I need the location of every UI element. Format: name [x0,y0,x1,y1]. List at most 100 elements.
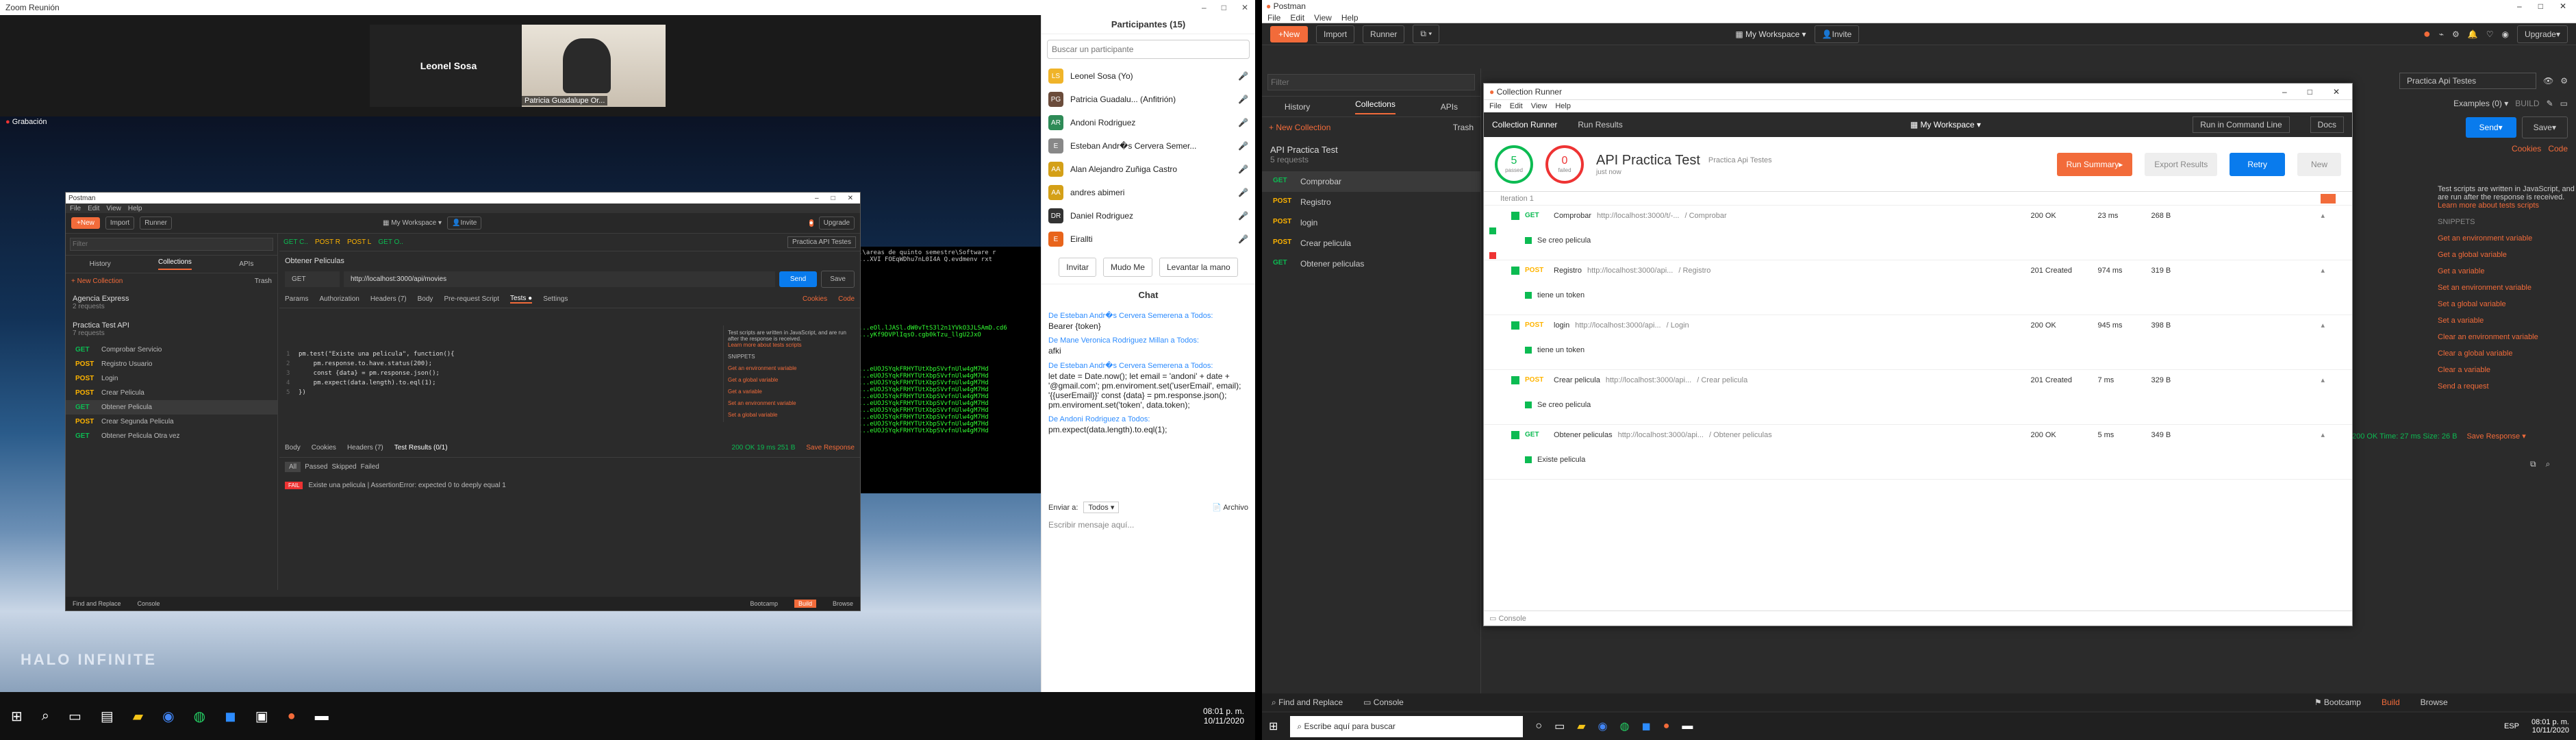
microphone-icon[interactable]: 🎤 [1238,234,1248,244]
snippet-item[interactable]: Get a global variable [2438,251,2575,259]
postman-icon[interactable]: ● [1663,720,1670,732]
participant-row[interactable]: E Esteban Andr�s Cervera Semer... 🎤 [1041,134,1255,158]
invite-button[interactable]: 👤 Invite [1814,25,1860,43]
clock[interactable]: 08:01 p. m. 10/11/2020 [2531,718,2569,735]
filter-passed[interactable]: Passed [305,463,327,471]
chevron-up-icon[interactable]: ▴ [2321,321,2325,330]
taskbar-search[interactable]: ⌕ Escribe aquí para buscar [1290,715,1524,737]
tab-collections[interactable]: Collections [1355,99,1396,114]
maximize-icon[interactable]: □ [2538,1,2543,11]
request-item[interactable]: POST Crear Pelicula [66,386,277,400]
new-button[interactable]: + New [71,217,100,229]
heart-icon[interactable]: ♡ [2486,29,2494,39]
snippet-link[interactable]: Learn more about tests scripts [728,342,856,348]
menu-file[interactable]: File [70,205,81,212]
participant-row[interactable]: PG Patricia Guadalu... (Anfitrión) 🎤 [1041,88,1255,111]
tab-collection-runner[interactable]: Collection Runner [1492,120,1557,130]
new-collection-link[interactable]: + New Collection [1269,123,1330,132]
snippet-item[interactable]: Set an environment variable [2438,284,2575,292]
filter-skipped[interactable]: Skipped [331,463,356,471]
collection-item[interactable]: Practica Test API 7 requests [66,316,277,343]
menu-view[interactable]: View [106,205,121,212]
edit-icon[interactable]: ✎ [2547,99,2553,108]
workspace-dropdown[interactable]: ▦ My Workspace ▾ [383,219,442,227]
workspace-dropdown[interactable]: ▦ My Workspace ▾ [1910,120,1981,130]
docs-button[interactable]: Docs [2310,116,2344,133]
cortana-icon[interactable]: ○ [1535,720,1542,732]
build-button[interactable]: Build [2382,698,2400,707]
copy-icon[interactable]: ⧉ [2530,459,2536,469]
chrome-icon[interactable]: ◉ [162,708,174,725]
menu-help[interactable]: Help [1555,102,1571,110]
layout-icon[interactable]: ▭ [2560,99,2568,108]
menu-file[interactable]: File [1267,13,1280,23]
file-button[interactable]: 📄 Archivo [1212,503,1248,512]
request-item[interactable]: GET Obtener Pelicula [66,400,277,415]
participant-row[interactable]: LS Leonel Sosa (Yo) 🎤 [1041,64,1255,88]
request-tab[interactable]: GET C.. [283,238,308,246]
save-button[interactable]: Save [821,271,855,288]
result-row[interactable]: POST login http://localhost:3000/api... / L… [1484,315,2352,370]
invite-button[interactable]: 👤 Invite [447,217,482,230]
trash-link[interactable]: Trash [1453,123,1474,132]
snippet-item[interactable]: Set an environment variable [728,400,856,406]
filter-input[interactable] [70,238,273,251]
menu-view[interactable]: View [1314,13,1332,23]
resp-tab-headers[interactable]: Headers (7) [347,444,383,452]
search-icon[interactable]: ⌕ [42,708,49,724]
menu-file[interactable]: File [1489,102,1502,110]
search-icon[interactable]: ⌕ [2546,459,2551,469]
task-view-icon[interactable]: ▭ [68,708,81,725]
snippet-item[interactable]: Set a variable [2438,317,2575,325]
maximize-icon[interactable]: □ [831,195,835,202]
participant-search[interactable] [1047,40,1250,59]
app-icon[interactable]: ▣ [255,708,268,725]
microphone-icon[interactable]: 🎤 [1238,141,1248,151]
workspace-dropdown[interactable]: ▦ My Workspace ▾ [1735,29,1806,39]
retry-button[interactable]: Retry [2230,152,2285,176]
examples-dropdown[interactable]: Examples (0) ▾ [2453,99,2508,108]
request-item[interactable]: POST Crear pelicula [1262,233,1480,254]
participant-row[interactable]: AR Andoni Rodriguez 🎤 [1041,111,1255,134]
menu-edit[interactable]: Edit [1510,102,1523,110]
participant-row[interactable]: AA Alan Alejandro Zuñiga Castro 🎤 [1041,158,1255,181]
minimize-icon[interactable]: – [2282,87,2287,97]
request-tab[interactable]: Headers (7) [370,295,407,303]
method-select[interactable]: GET [285,271,340,287]
zoom-icon[interactable]: ◼ [1641,719,1650,733]
browse-button[interactable]: Browse [833,600,853,607]
avatar[interactable]: ◉ [2501,29,2508,39]
save-response-button[interactable]: Save Response [806,444,855,452]
save-button[interactable]: Save ▾ [2521,116,2568,138]
build-button[interactable]: Build [794,600,816,608]
file-explorer-icon[interactable]: ▰ [133,708,143,725]
whatsapp-icon[interactable]: ◍ [194,708,205,725]
menu-edit[interactable]: Edit [88,205,99,212]
menu-help[interactable]: Help [128,205,142,212]
whatsapp-icon[interactable]: ◍ [1619,719,1629,733]
snippet-item[interactable]: Clear a global variable [2438,349,2575,358]
snippet-item[interactable]: Get a variable [2438,267,2575,275]
tab-run-results[interactable]: Run Results [1578,120,1622,130]
bell-icon[interactable]: 🔔 [2468,29,2478,39]
mute-button[interactable]: Mudo Me [1102,258,1152,277]
windows-icon[interactable]: ⊞ [11,708,23,725]
code-link[interactable]: Code [838,295,855,303]
menu-edit[interactable]: Edit [1290,13,1304,23]
video-tile[interactable]: Patricia Guadalupe Or... [522,25,666,107]
trash-link[interactable]: Trash [255,278,272,285]
new-collection-link[interactable]: + New Collection [71,278,123,285]
microphone-icon[interactable]: 🎤 [1238,211,1248,221]
calendar-icon[interactable]: ▤ [101,708,114,725]
request-tab[interactable]: POST L [347,238,371,246]
request-tab[interactable]: Authorization [319,295,359,303]
participant-row[interactable]: AA andres abimeri 🎤 [1041,181,1255,204]
menu-help[interactable]: Help [1341,13,1359,23]
snippet-item[interactable]: Clear a variable [2438,366,2575,374]
chat-input[interactable]: Escribir mensaje aquí... [1041,517,1255,532]
sync-icon[interactable]: ● [2423,27,2431,41]
console-button[interactable]: ▭ Console [1489,614,1526,623]
result-row[interactable]: POST Crear pelicula http://localhost:3000/… [1484,370,2352,425]
request-item[interactable]: POST Crear Segunda Pelicula [66,415,277,429]
microphone-icon[interactable]: 🎤 [1238,71,1248,81]
